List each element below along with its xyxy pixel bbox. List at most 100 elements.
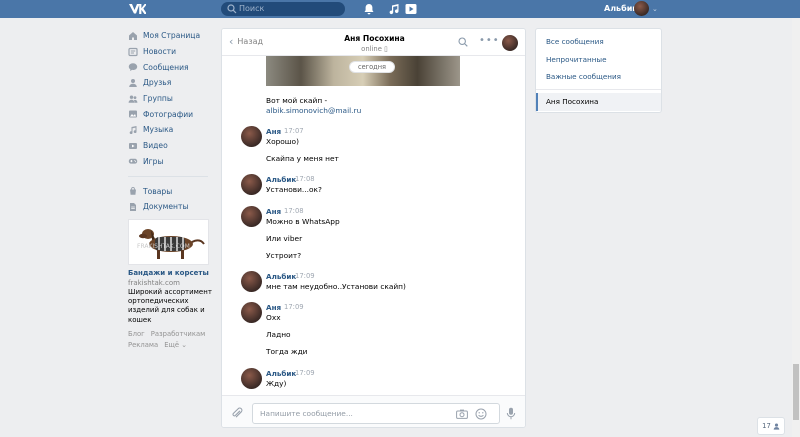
dog-in-corset-picture: FRAKISHTAK.COM [129, 220, 208, 264]
nav-divider [128, 176, 208, 178]
paperclip-icon[interactable] [231, 407, 243, 419]
active-dialog-item[interactable]: Аня Посохина [536, 93, 661, 111]
header-user-name[interactable]: Альбик [604, 4, 638, 13]
friends-icon [129, 78, 137, 87]
left-navigation: Моя Страница Новости Сообщения Друзья Гр… [128, 28, 220, 215]
footer-link-more[interactable]: Ещё ⌄ [164, 341, 187, 349]
nav-item-my-page[interactable]: Моя Страница [128, 28, 220, 44]
notifications-bell-icon[interactable] [363, 3, 375, 15]
user-icon [773, 423, 780, 430]
search-icon[interactable] [458, 37, 468, 47]
search-icon [227, 4, 237, 14]
nav-item-friends[interactable]: Друзья [128, 75, 220, 91]
nav-item-photos[interactable]: Фотографии [128, 106, 220, 122]
header-avatar[interactable] [634, 1, 649, 16]
filter-important[interactable]: Важные сообщения [546, 72, 621, 81]
message-avatar[interactable] [241, 206, 262, 227]
message-avatar[interactable] [241, 302, 262, 323]
goods-icon [130, 187, 136, 195]
footer-link-developers[interactable]: Разработчикам [151, 330, 206, 338]
chevron-down-icon[interactable]: ⌄ [652, 5, 658, 13]
message-author[interactable]: Альбик [266, 272, 296, 281]
message-text: Хорошо) [266, 137, 299, 146]
ad-image-watermark: FRAKISHTAK.COM [137, 243, 190, 250]
search-input[interactable]: Поиск [221, 2, 345, 16]
home-icon [129, 31, 137, 40]
nav-label: Группы [143, 94, 173, 104]
message-time: 17:07 [284, 127, 304, 135]
message-avatar[interactable] [241, 174, 262, 195]
nav-item-music[interactable]: Музыка [128, 122, 220, 138]
nav-label: Фотографии [143, 109, 194, 119]
nav-label: Новости [143, 47, 177, 57]
nav-label: Моя Страница [143, 31, 201, 41]
nav-item-games[interactable]: Игры [128, 154, 220, 170]
nav-item-news[interactable]: Новости [128, 44, 220, 60]
nav-label: Видео [143, 141, 168, 151]
nav-label: Игры [143, 156, 164, 166]
message-email-link[interactable]: albik.simonovich@mail.ru [266, 106, 361, 115]
emoji-smile-icon[interactable] [475, 408, 487, 420]
more-options-icon[interactable]: ••• [479, 35, 500, 46]
counter-value: 17 [762, 422, 771, 430]
footer-link-blog[interactable]: Блог [128, 330, 145, 338]
message-text: Установи...ок? [266, 185, 322, 194]
ad-domain[interactable]: frakishtak.com [128, 279, 180, 287]
message-time: 17:08 [295, 175, 315, 183]
music-icon [129, 125, 137, 135]
message-text: Скайпа у меня нет [266, 154, 339, 163]
message-input[interactable]: Напишите сообщение... [252, 403, 500, 424]
chat-header: ‹ Назад Аня Посохина online ▯ ••• [222, 29, 525, 56]
nav-item-goods[interactable]: Товары [128, 183, 220, 199]
message-author[interactable]: Альбик [266, 175, 296, 184]
filter-unread[interactable]: Непрочитанные [546, 55, 607, 64]
games-icon [128, 159, 138, 164]
message-author[interactable]: Аня [266, 127, 281, 136]
footer-link-ads[interactable]: Реклама [128, 341, 158, 349]
vk-logo-icon[interactable] [128, 3, 146, 15]
groups-icon [128, 95, 138, 103]
active-dialog-name: Аня Посохина [546, 97, 599, 106]
message-author[interactable]: Альбик [266, 369, 296, 378]
microphone-icon[interactable] [506, 407, 516, 420]
ad-title[interactable]: Бандажи и корсеты [128, 269, 209, 277]
message-author[interactable]: Аня [266, 207, 281, 216]
nav-label: Документы [143, 202, 189, 212]
filter-all-messages[interactable]: Все сообщения [546, 37, 604, 46]
message-time: 17:09 [284, 303, 304, 311]
message-text: Можно в WhatsApp [266, 217, 340, 226]
nav-label: Сообщения [143, 62, 189, 72]
nav-label: Товары [143, 186, 173, 196]
documents-icon [130, 202, 136, 211]
message-text: Ладно [266, 330, 291, 339]
play-icon[interactable] [405, 3, 417, 15]
top-bar: Поиск Альбик ⌄ [0, 0, 800, 18]
message-avatar[interactable] [241, 271, 262, 292]
message-time: 17:09 [295, 369, 315, 377]
nav-item-messages[interactable]: Сообщения [128, 59, 220, 75]
search-placeholder: Поиск [239, 4, 265, 13]
message-time: 17:09 [295, 272, 315, 280]
messages-filter-panel: Все сообщения Непрочитанные Важные сообщ… [535, 28, 662, 113]
peer-avatar[interactable] [502, 35, 518, 51]
message-text: Жду) [266, 379, 287, 388]
panel-divider [536, 89, 661, 90]
online-counter-button[interactable]: 17 [757, 417, 785, 435]
nav-label: Друзья [143, 78, 172, 88]
message-avatar[interactable] [241, 126, 262, 147]
message-avatar[interactable] [241, 368, 262, 389]
message-text: мне там неудобно..Установи скайп) [266, 282, 406, 291]
nav-label: Музыка [143, 125, 174, 135]
message-text: Устроит? [266, 251, 302, 260]
camera-icon[interactable] [456, 409, 468, 419]
nav-item-documents[interactable]: Документы [128, 199, 220, 215]
message-composer: Напишите сообщение... [222, 395, 525, 427]
chat-window: ‹ Назад Аня Посохина online ▯ ••• сегодн… [221, 28, 526, 428]
message-author[interactable]: Аня [266, 303, 281, 312]
nav-item-groups[interactable]: Группы [128, 91, 220, 107]
scrollbar-thumb[interactable] [793, 364, 799, 420]
footer-links: Блог Разработчикам Реклама Ещё ⌄ [128, 329, 218, 351]
ad-image[interactable]: FRAKISHTAK.COM [128, 219, 209, 265]
nav-item-video[interactable]: Видео [128, 138, 220, 154]
music-note-icon[interactable] [388, 3, 400, 15]
